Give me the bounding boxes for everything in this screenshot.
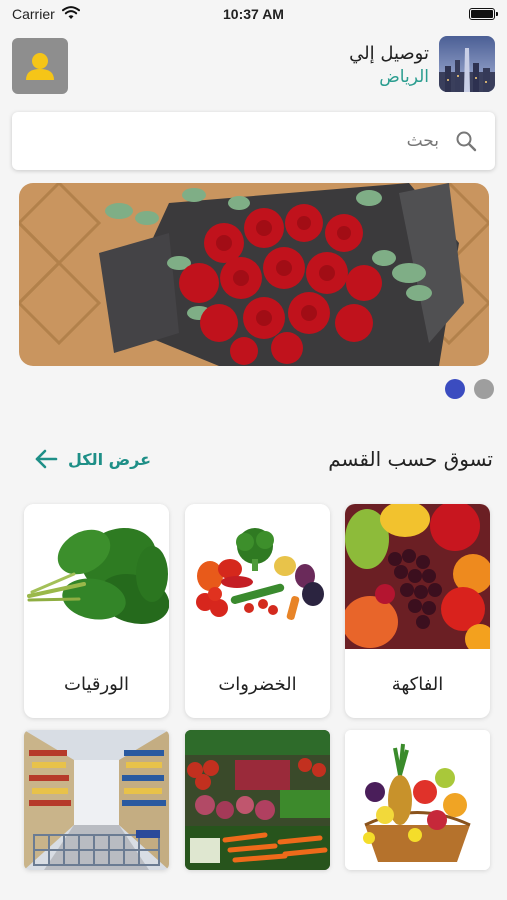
arrow-left-icon xyxy=(35,449,58,469)
roses-bouquet-image xyxy=(19,183,489,366)
user-icon xyxy=(26,53,54,80)
delivery-label[interactable]: توصيل إلي xyxy=(349,43,429,64)
supermarket-aisle-image xyxy=(24,730,169,870)
promo-banner[interactable] xyxy=(19,183,489,366)
search-bar[interactable] xyxy=(12,112,495,170)
view-all-label: عرض الكل xyxy=(68,449,152,469)
category-card-vegetables[interactable]: الخضروات xyxy=(185,504,330,718)
category-card-fruit-basket[interactable] xyxy=(345,730,490,870)
category-card-market-produce[interactable] xyxy=(185,730,330,870)
category-card-fruits[interactable]: الفاكهة xyxy=(345,504,490,718)
vegetables-image xyxy=(185,504,330,649)
market-produce-image xyxy=(185,730,330,870)
category-label: الورقيات xyxy=(64,674,129,695)
view-all-link[interactable]: عرض الكل xyxy=(34,446,151,472)
search-input[interactable] xyxy=(59,127,439,155)
search-icon xyxy=(456,131,477,152)
city-label[interactable]: الرياض xyxy=(379,67,429,87)
category-card-supermarket[interactable] xyxy=(24,730,169,870)
battery-icon xyxy=(469,8,498,20)
carousel-dot-active[interactable] xyxy=(445,379,465,399)
status-bar: Carrier 10:37 AM xyxy=(0,0,507,28)
section-title: تسوق حسب القسم xyxy=(328,447,493,471)
fruits-image xyxy=(345,504,490,649)
carousel-dot[interactable] xyxy=(474,379,494,399)
category-label: الخضروات xyxy=(218,674,297,695)
city-image[interactable] xyxy=(439,36,495,92)
profile-button[interactable] xyxy=(12,38,68,94)
category-label: الفاكهة xyxy=(391,674,444,695)
clock: 10:37 AM xyxy=(223,6,284,22)
category-card-leafy-greens[interactable]: الورقيات xyxy=(24,504,169,718)
leafy-greens-image xyxy=(24,504,169,649)
fruit-basket-image xyxy=(345,730,490,870)
